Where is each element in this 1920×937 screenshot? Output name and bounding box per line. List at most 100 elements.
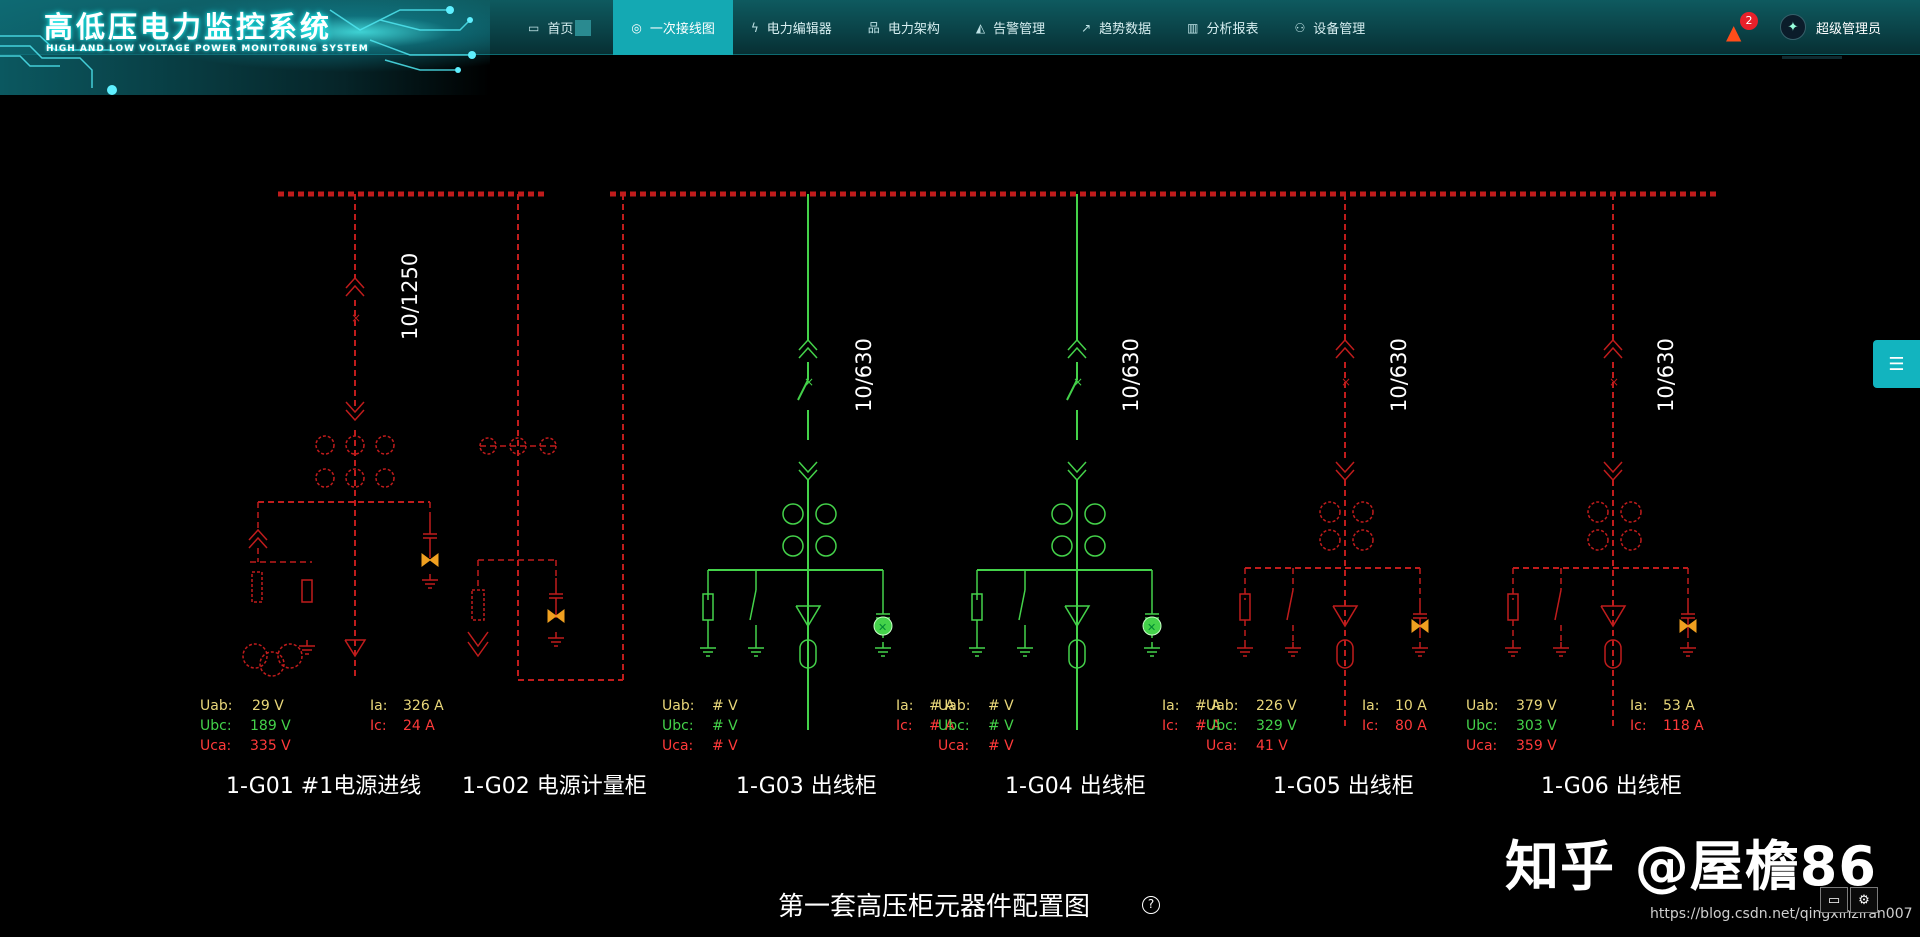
plug-in-contact-icon [1603,346,1623,359]
fullscreen-button[interactable]: ▭ [1820,887,1848,913]
ia-label: Ia: [1362,698,1380,714]
ct-coil-icon [782,503,804,525]
ic-label: Ic: [1362,718,1379,734]
fuse-icon [251,571,263,603]
vt-icon [259,651,285,677]
plug-in-contact-icon [248,536,268,549]
ia-label: Ia: [1162,698,1180,714]
ia-label: Ia: [1630,698,1648,714]
ct-coil-icon [1352,501,1374,523]
earth-switch-icon [1554,589,1562,621]
voltage-readout: Uab: # V Ubc: # V Uca: # V [938,696,1014,756]
uca-value: # V [712,738,738,754]
uab-label: Uab: [1206,698,1239,714]
help-icon[interactable]: ? [1142,896,1160,914]
indicator-lamp-icon [421,553,431,567]
ct-coil-icon [375,468,395,488]
ic-value: 118 A [1663,718,1704,734]
cabinet-label-g02: 1-G02 电源计量柜 [462,774,647,799]
indicator-lamp-icon: ✕ [878,621,887,634]
ia-label: Ia: [896,698,914,714]
breaker-x-icon: × [351,311,361,325]
ia-value: 10 A [1395,698,1427,714]
plug-in-contact-icon [1067,461,1087,474]
ct-coil-icon [1084,535,1106,557]
indicator-lamp-icon [1679,619,1689,633]
vt-icon [467,631,489,648]
list-icon: ☰ [1888,353,1905,375]
plug-in-contact-icon [1603,461,1623,474]
earth-switch-icon [749,589,757,621]
ubc-label: Ubc: [662,718,694,734]
uca-value: 359 V [1516,738,1557,754]
voltage-readout: Uab: # V Ubc: # V Uca: # V [662,696,738,756]
ubc-value: 303 V [1516,718,1557,734]
ct-coil-icon [815,503,837,525]
gear-icon: ⚙ [1858,892,1870,908]
fuse-icon [1507,593,1519,621]
earth-switch-icon [1286,589,1294,621]
fuse-icon [301,579,313,603]
ia-label: Ia: [370,698,388,714]
ubc-value: 329 V [1256,718,1297,734]
ubc-value: # V [988,718,1014,734]
current-readout: Ia: 10 A Ic: 80 A [1362,696,1427,736]
uab-value: 226 V [1256,698,1297,714]
plug-in-contact-icon [345,284,365,297]
ct-coil-icon [1620,529,1642,551]
rating-label: 10/630 [1654,338,1678,412]
voltage-readout: Uab: 29 V Ubc: 189 V Uca: 335 V [200,696,291,756]
rating-label: 10/1250 [398,252,422,340]
ia-value: 53 A [1663,698,1695,714]
cabinet-label-g05: 1-G05 出线柜 [1273,774,1414,799]
uab-label: Uab: [1466,698,1499,714]
plug-in-contact-icon [1335,461,1355,474]
ia-value: 326 A [403,698,444,714]
indicator-lamp-icon: ✕ [1147,621,1156,634]
indicator-lamp-icon [1411,619,1421,633]
ubc-label: Ubc: [1466,718,1498,734]
uca-label: Uca: [938,738,970,754]
indicator-lamp-icon [1419,619,1429,633]
ct-coil-icon [315,468,335,488]
ic-label: Ic: [370,718,387,734]
rating-label: 10/630 [1387,338,1411,412]
ct-coil-icon [1051,503,1073,525]
indicator-lamp-icon [547,609,557,623]
uab-value: # V [712,698,738,714]
ct-coil-icon [1319,501,1341,523]
uca-value: 41 V [1256,738,1288,754]
ct-coil-icon [1352,529,1374,551]
uab-label: Uab: [200,698,233,714]
indicator-lamp-icon [1687,619,1697,633]
ct-coil-icon [1084,503,1106,525]
side-menu-button[interactable]: ☰ [1873,340,1920,388]
cabinet-label-g03: 1-G03 出线柜 [736,774,877,799]
settings-button[interactable]: ⚙ [1850,887,1878,913]
ic-label: Ic: [1630,718,1647,734]
current-readout: Ia: # A Ic: # A [896,696,955,736]
voltage-readout: Uab: 379 V Ubc: 303 V Uca: 359 V [1466,696,1557,756]
rating-label: 10/630 [1119,338,1143,412]
plug-in-contact-icon [1067,346,1087,359]
voltage-readout: Uab: 226 V Ubc: 329 V Uca: 41 V [1206,696,1297,756]
indicator-lamp-icon [555,609,565,623]
current-readout: Ia: 326 A Ic: 24 A [370,696,444,736]
uab-value: # V [988,698,1014,714]
breaker-icon [1066,379,1078,401]
uab-label: Uab: [662,698,695,714]
vt-icon [467,641,489,658]
ic-value: 24 A [403,718,435,734]
ct-coil-icon [375,435,395,455]
cabinet-label-g01: 1-G01 #1电源进线 [226,774,422,799]
ic-value: 80 A [1395,718,1427,734]
diagram-caption: 第一套高压柜元器件配置图 [778,892,1091,922]
current-readout: Ia: 53 A Ic: 118 A [1630,696,1704,736]
indicator-lamp-icon [429,553,439,567]
ic-label: Ic: [896,718,913,734]
ct-coil-icon [1587,529,1609,551]
ubc-label: Ubc: [938,718,970,734]
breaker-icon [797,379,809,401]
current-readout: Ia: # A Ic: # A [1162,696,1221,736]
cabinet-label-g06: 1-G06 出线柜 [1541,774,1682,799]
